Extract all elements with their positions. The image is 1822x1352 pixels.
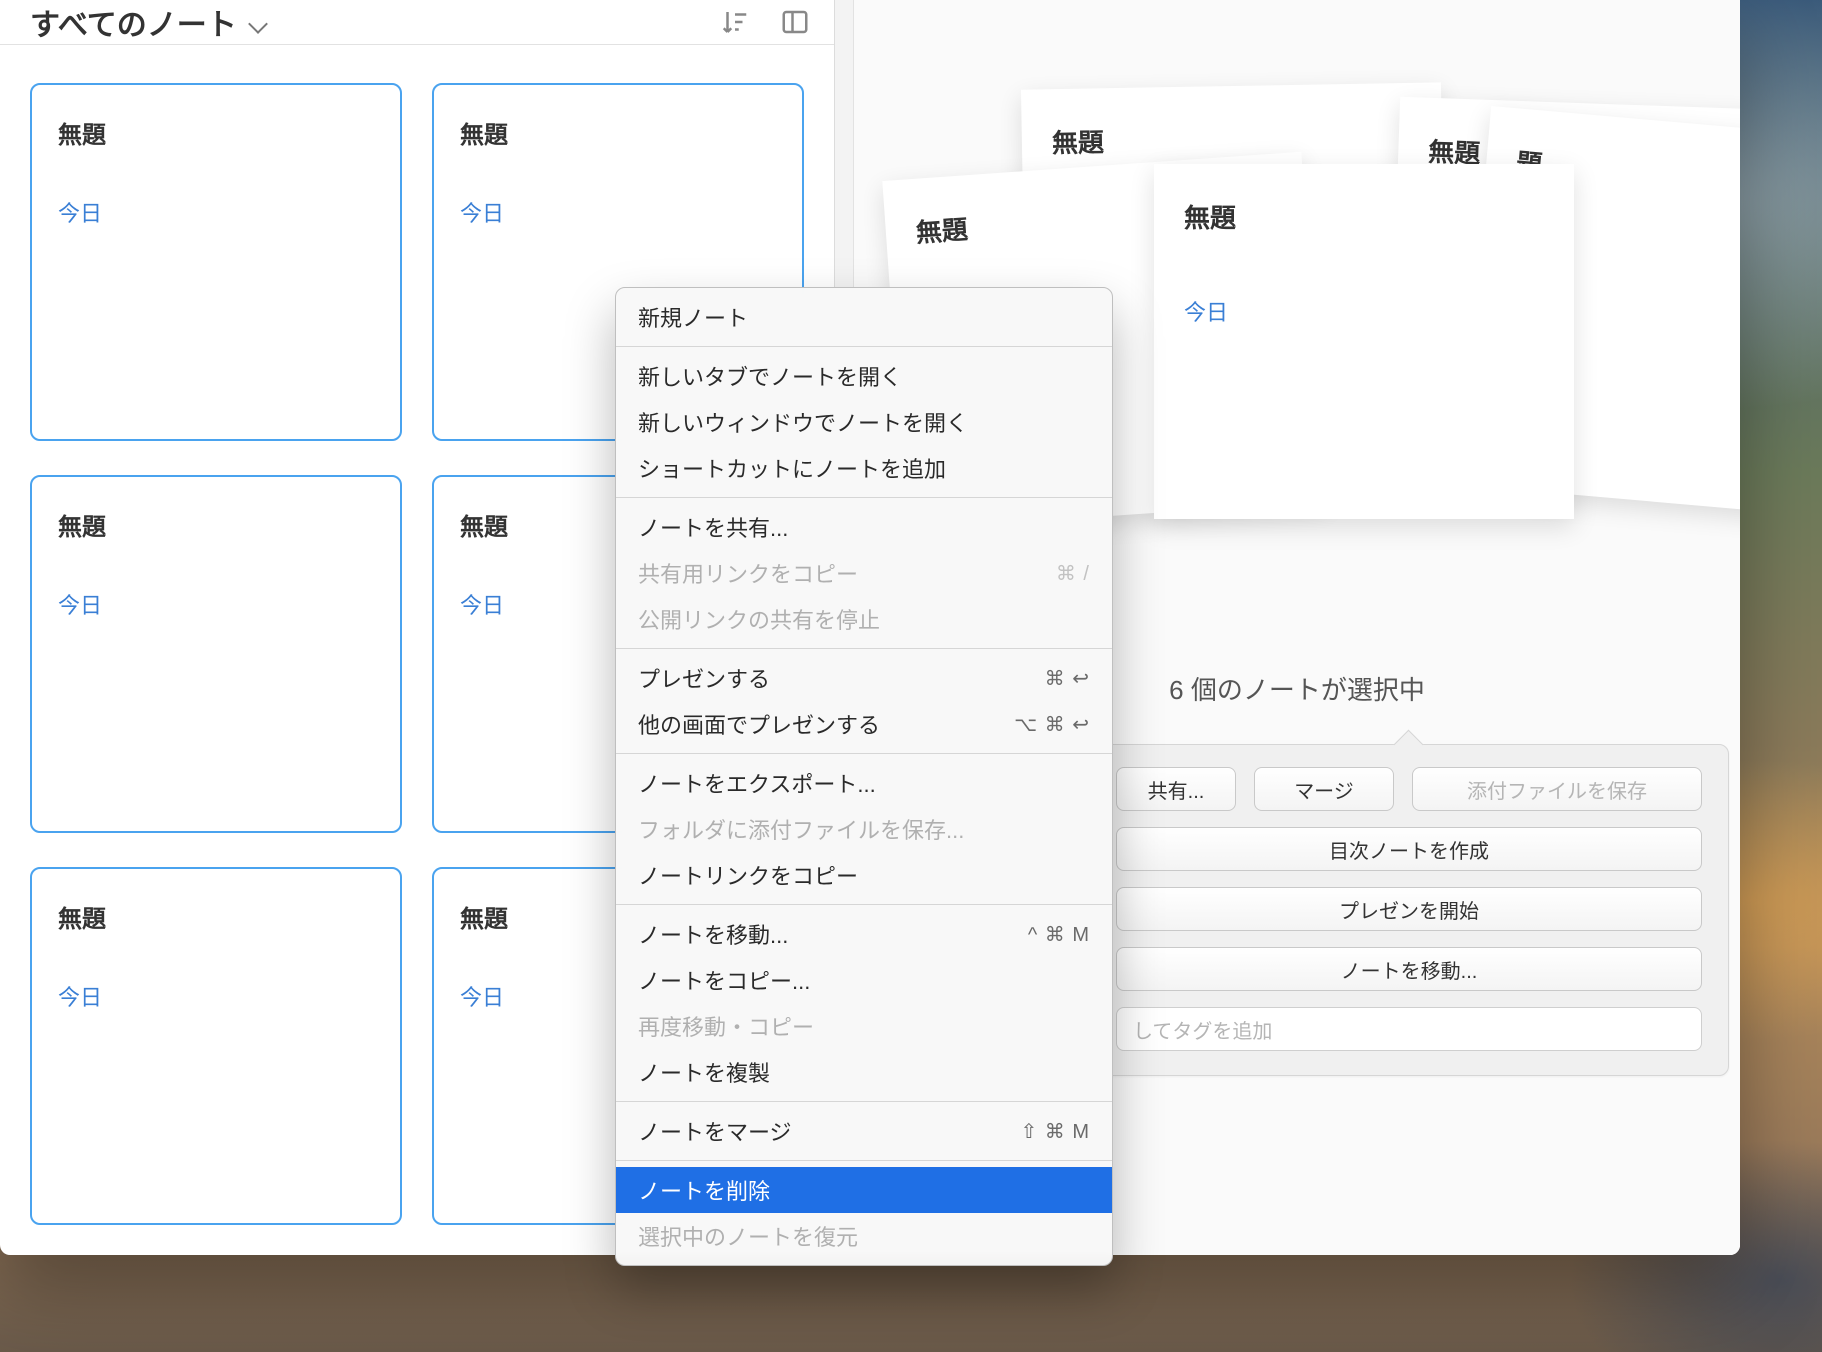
context-menu-separator: [616, 1160, 1112, 1161]
stacked-note-title: 無題: [1052, 117, 1413, 160]
view-toggle-button[interactable]: [778, 5, 812, 39]
context-menu-item-label: ノートをコピー...: [638, 964, 810, 996]
note-card-title: 無題: [58, 507, 374, 542]
context-menu-item: 再度移動・コピー: [616, 1003, 1112, 1049]
context-menu-shortcut: ⇧ ⌘ M: [1020, 1119, 1090, 1144]
share-button[interactable]: 共有...: [1116, 767, 1236, 811]
context-menu-item[interactable]: プレゼンする ⌘ ↩: [616, 655, 1112, 701]
stacked-note-date: 今日: [1184, 295, 1544, 327]
sort-icon: [720, 7, 750, 37]
context-menu-item-label: プレゼンする: [638, 662, 770, 694]
action-panel-row: 共有... マージ 添付ファイルを保存: [1116, 767, 1702, 811]
note-card[interactable]: 無題 今日: [30, 83, 402, 441]
context-menu-item-label: ショートカットにノートを追加: [638, 452, 946, 484]
context-menu-shortcut: ⌘ ↩: [1045, 666, 1090, 691]
note-card-date: 今日: [58, 980, 374, 1012]
note-card-date: 今日: [58, 196, 374, 228]
note-card[interactable]: 無題 今日: [30, 867, 402, 1225]
selection-action-panel: 共有... マージ 添付ファイルを保存 目次ノートを作成 プレゼンを開始 ノート…: [1089, 744, 1729, 1076]
context-menu-item-label: 新規ノート: [638, 301, 748, 333]
context-menu-item[interactable]: ノートを共有...: [616, 504, 1112, 550]
context-menu-item: フォルダに添付ファイルを保存...: [616, 806, 1112, 852]
context-menu-item: 共有用リンクをコピー ⌘ /: [616, 550, 1112, 596]
context-menu-item-label: 新しいタブでノートを開く: [638, 360, 902, 392]
stacked-note: 無題 今日: [1154, 164, 1574, 519]
context-menu-item[interactable]: ノートを複製: [616, 1049, 1112, 1095]
note-card-date: 今日: [58, 588, 374, 620]
context-menu-item-label: ノートをエクスポート...: [638, 767, 876, 799]
context-menu-item-label: 他の画面でプレゼンする: [638, 708, 880, 740]
note-card-title: 無題: [58, 899, 374, 934]
context-menu-item-label: 公開リンクの共有を停止: [638, 603, 880, 635]
context-menu-item[interactable]: 新しいタブでノートを開く: [616, 353, 1112, 399]
chevron-down-icon: [251, 17, 267, 33]
note-card[interactable]: 無題 今日: [30, 475, 402, 833]
context-menu-shortcut: ⌥ ⌘ ↩: [1014, 712, 1090, 737]
context-menu-item-label: ノートをマージ: [638, 1115, 792, 1147]
context-menu-item: 公開リンクの共有を停止: [616, 596, 1112, 642]
note-card-date: 今日: [460, 196, 776, 228]
stacked-note-title: 無題: [1184, 198, 1544, 235]
action-panel-row: プレゼンを開始: [1116, 887, 1702, 931]
desktop-background: すべてのノート 無題 今日 無題: [0, 0, 1822, 1352]
context-menu-separator: [616, 1101, 1112, 1102]
note-list-header: すべてのノート: [0, 0, 834, 45]
context-menu-separator: [616, 753, 1112, 754]
start-presentation-button[interactable]: プレゼンを開始: [1116, 887, 1702, 931]
tag-input[interactable]: してタグを追加: [1116, 1007, 1702, 1051]
context-menu-item[interactable]: ノートをコピー...: [616, 957, 1112, 1003]
context-menu-item-label: 選択中のノートを復元: [638, 1220, 858, 1252]
context-menu-item-label: ノートを移動...: [638, 918, 788, 950]
context-menu-item-label: ノートを共有...: [638, 511, 788, 543]
context-menu-item-label: ノートを複製: [638, 1056, 770, 1088]
notebook-title: すべてのノート: [30, 0, 237, 44]
context-menu-item[interactable]: ノートを削除: [616, 1167, 1112, 1213]
context-menu-item: 選択中のノートを復元: [616, 1213, 1112, 1259]
context-menu-item-label: 再度移動・コピー: [638, 1010, 814, 1042]
action-panel-row: 目次ノートを作成: [1116, 827, 1702, 871]
save-attachments-button[interactable]: 添付ファイルを保存: [1412, 767, 1702, 811]
action-panel-row: ノートを移動...: [1116, 947, 1702, 991]
merge-button[interactable]: マージ: [1254, 767, 1394, 811]
context-menu-item[interactable]: ノートを移動... ^ ⌘ M: [616, 911, 1112, 957]
context-menu-item-label: 新しいウィンドウでノートを開く: [638, 406, 968, 438]
context-menu-separator: [616, 497, 1112, 498]
context-menu-separator: [616, 648, 1112, 649]
context-menu-item-label: フォルダに添付ファイルを保存...: [638, 813, 964, 845]
context-menu-item[interactable]: ノートリンクをコピー: [616, 852, 1112, 898]
context-menu-item[interactable]: 新規ノート: [616, 294, 1112, 340]
context-menu-separator: [616, 904, 1112, 905]
context-menu-item[interactable]: ノートをマージ ⇧ ⌘ M: [616, 1108, 1112, 1154]
context-menu-item[interactable]: 他の画面でプレゼンする ⌥ ⌘ ↩: [616, 701, 1112, 747]
create-toc-note-button[interactable]: 目次ノートを作成: [1116, 827, 1702, 871]
context-menu-shortcut: ⌘ /: [1056, 561, 1090, 586]
context-menu-item[interactable]: ショートカットにノートを追加: [616, 445, 1112, 491]
note-card-title: 無題: [460, 115, 776, 150]
context-menu-item[interactable]: ノートをエクスポート...: [616, 760, 1112, 806]
context-menu-item-label: ノートリンクをコピー: [638, 859, 858, 891]
context-menu[interactable]: 新規ノート新しいタブでノートを開く新しいウィンドウでノートを開くショートカットに…: [615, 287, 1113, 1266]
context-menu-item-label: 共有用リンクをコピー: [638, 557, 858, 589]
context-menu-item[interactable]: 新しいウィンドウでノートを開く: [616, 399, 1112, 445]
sort-button[interactable]: [718, 5, 752, 39]
note-card-title: 無題: [58, 115, 374, 150]
context-menu-shortcut: ^ ⌘ M: [1028, 922, 1090, 947]
move-notes-button[interactable]: ノートを移動...: [1116, 947, 1702, 991]
header-icon-group: [718, 5, 812, 39]
context-menu-item-label: ノートを削除: [638, 1174, 770, 1206]
context-menu-separator: [616, 346, 1112, 347]
column-view-icon: [780, 7, 810, 37]
notebook-title-dropdown[interactable]: すべてのノート: [30, 0, 267, 44]
